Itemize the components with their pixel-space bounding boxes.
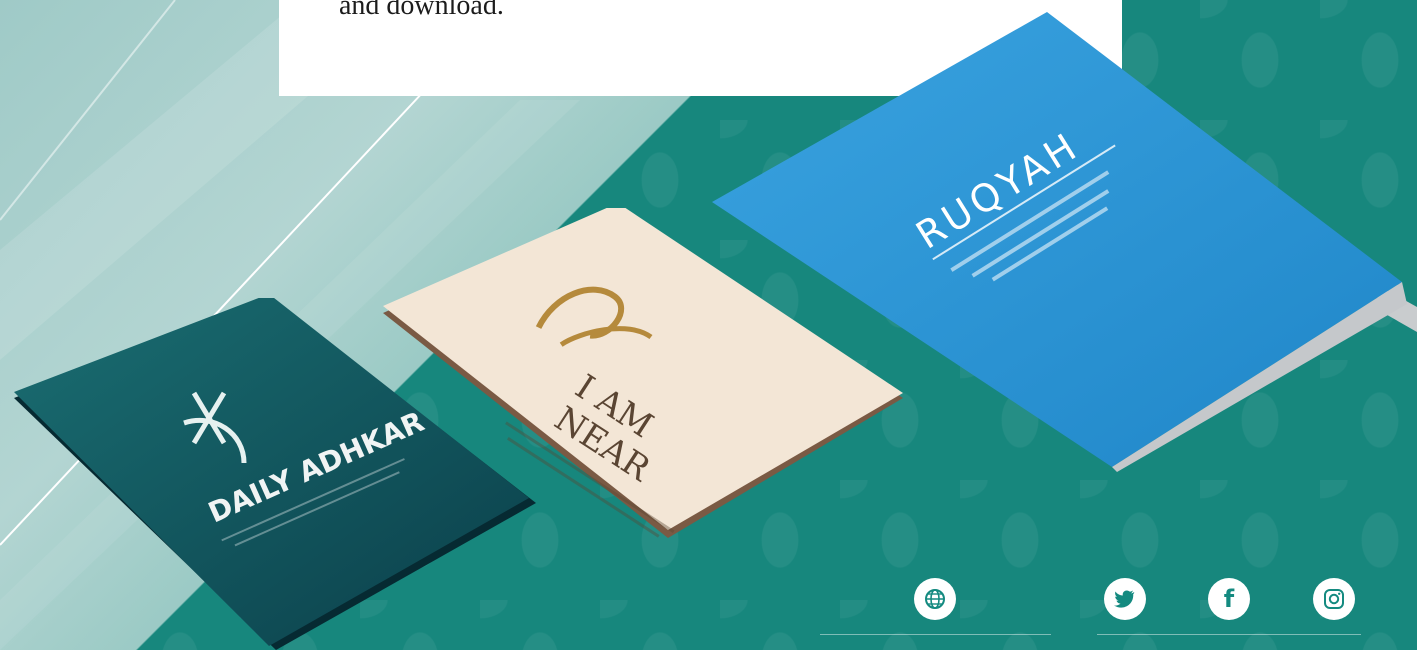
book-daily-adhkar: DAILY ADHKAR xyxy=(14,298,536,650)
footer-divider-website xyxy=(820,634,1051,635)
facebook-icon[interactable]: f xyxy=(1208,578,1250,620)
instagram-icon[interactable] xyxy=(1313,578,1355,620)
twitter-icon[interactable] xyxy=(1104,578,1146,620)
globe-icon[interactable] xyxy=(914,578,956,620)
footer-divider-social xyxy=(1097,634,1361,635)
card-text: and download. xyxy=(339,0,504,21)
